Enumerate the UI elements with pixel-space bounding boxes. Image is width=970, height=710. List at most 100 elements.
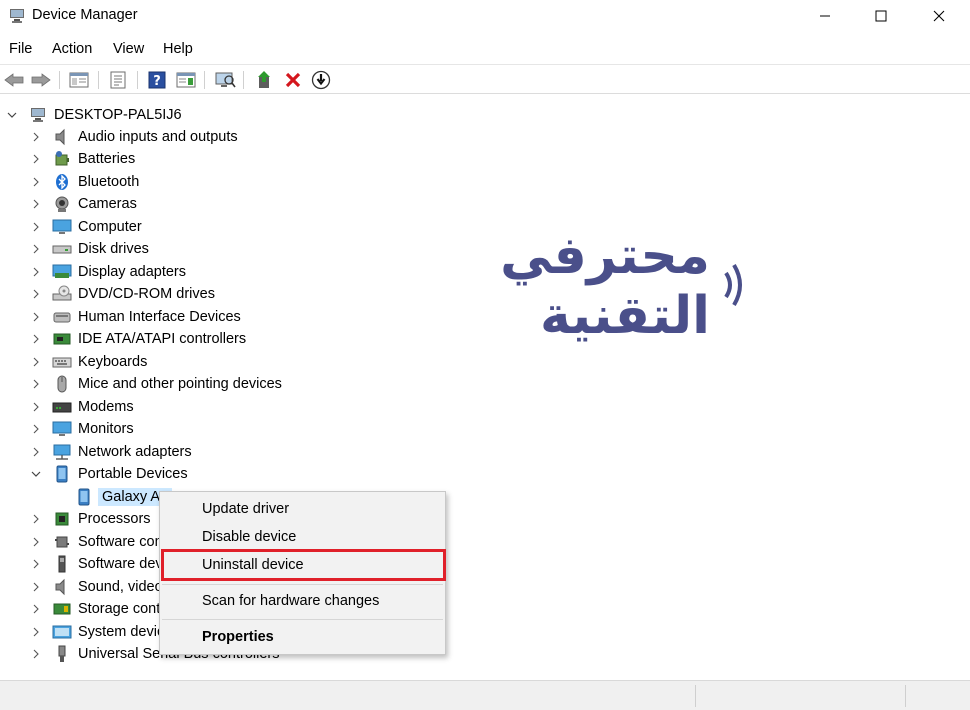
- chevron-right-icon[interactable]: [30, 423, 42, 435]
- chevron-down-icon[interactable]: [30, 468, 42, 480]
- tree-item-audio[interactable]: Audio inputs and outputs: [30, 126, 238, 148]
- tree-item-disk-drives[interactable]: Disk drives: [30, 238, 149, 260]
- chevron-right-icon[interactable]: [30, 266, 42, 278]
- tree-label: Cameras: [78, 196, 137, 212]
- tree-item-processors[interactable]: Processors: [30, 508, 151, 530]
- tree-item-display-adapters[interactable]: Display adapters: [30, 261, 186, 283]
- menu-scan-hardware[interactable]: Scan for hardware changes: [202, 593, 379, 609]
- menu-view[interactable]: View: [113, 41, 144, 57]
- tree-label: Portable Devices: [78, 466, 188, 482]
- tree-label: Batteries: [78, 151, 136, 167]
- tree-item-hid[interactable]: Human Interface Devices: [30, 306, 241, 328]
- chevron-right-icon[interactable]: [30, 153, 42, 165]
- uninstall-highlight-box: [161, 549, 446, 581]
- properties-icon[interactable]: [107, 69, 129, 91]
- close-button[interactable]: [916, 0, 962, 32]
- update-driver-icon[interactable]: [254, 69, 276, 91]
- tree-root[interactable]: DESKTOP-PAL5IJ6: [6, 104, 182, 126]
- action-pane-icon[interactable]: [175, 69, 197, 91]
- chevron-right-icon[interactable]: [30, 333, 42, 345]
- help-icon[interactable]: ?: [146, 69, 168, 91]
- menu-action[interactable]: Action: [52, 41, 92, 57]
- menu-update-driver[interactable]: Update driver: [202, 501, 289, 517]
- back-arrow-icon[interactable]: [3, 69, 25, 91]
- portable-device-icon: [52, 465, 72, 483]
- menu-help[interactable]: Help: [163, 41, 193, 57]
- system-device-icon: [52, 623, 72, 641]
- tree-item-modems[interactable]: Modems: [30, 396, 134, 418]
- software-component-icon: [52, 533, 72, 551]
- chevron-right-icon[interactable]: [30, 311, 42, 323]
- tree-item-portable-devices[interactable]: Portable Devices: [30, 463, 188, 485]
- menu-file[interactable]: File: [9, 41, 32, 57]
- display-adapter-icon: [52, 263, 72, 281]
- uninstall-icon[interactable]: [282, 69, 304, 91]
- disk-drive-icon: [52, 240, 72, 258]
- camera-icon: [52, 195, 72, 213]
- chevron-down-icon[interactable]: [6, 109, 18, 121]
- chevron-right-icon[interactable]: [30, 401, 42, 413]
- chevron-right-icon[interactable]: [30, 581, 42, 593]
- chevron-right-icon[interactable]: [30, 378, 42, 390]
- tree-item-galaxy-a3[interactable]: Galaxy A3: [74, 486, 173, 508]
- tree-label: Audio inputs and outputs: [78, 129, 238, 145]
- forward-arrow-icon[interactable]: [30, 69, 52, 91]
- signal-waves-icon: [720, 261, 748, 312]
- scan-hardware-icon[interactable]: [214, 69, 236, 91]
- tree-label: DVD/CD-ROM drives: [78, 286, 215, 302]
- tree-label: Keyboards: [78, 354, 148, 370]
- chevron-right-icon[interactable]: [30, 626, 42, 638]
- chevron-right-icon[interactable]: [30, 558, 42, 570]
- tree-label: Display adapters: [78, 264, 186, 280]
- chevron-right-icon[interactable]: [30, 131, 42, 143]
- chevron-right-icon[interactable]: [30, 648, 42, 660]
- tree-label: IDE ATA/ATAPI controllers: [78, 331, 247, 347]
- chevron-right-icon[interactable]: [30, 243, 42, 255]
- chevron-right-icon[interactable]: [30, 603, 42, 615]
- tree-item-mice[interactable]: Mice and other pointing devices: [30, 373, 282, 395]
- chevron-right-icon[interactable]: [30, 221, 42, 233]
- menu-properties[interactable]: Properties: [202, 629, 274, 645]
- status-bar: [0, 680, 970, 710]
- tree-item-keyboards[interactable]: Keyboards: [30, 351, 147, 373]
- menu-disable-device[interactable]: Disable device: [202, 529, 296, 545]
- context-menu: Update driver Disable device Uninstall d…: [159, 491, 446, 655]
- monitor-icon: [52, 420, 72, 438]
- tree-item-dvd-drives[interactable]: DVD/CD-ROM drives: [30, 283, 215, 305]
- chevron-right-icon[interactable]: [30, 536, 42, 548]
- storage-controller-icon: [52, 600, 72, 618]
- battery-icon: [52, 150, 72, 168]
- watermark-text: محترفي التقنية: [500, 226, 710, 346]
- tree-label: Computer: [78, 219, 142, 235]
- tree-label: Disk drives: [78, 241, 149, 257]
- disable-icon[interactable]: [310, 69, 332, 91]
- tree-item-bluetooth[interactable]: Bluetooth: [30, 171, 139, 193]
- tree-label: Bluetooth: [78, 174, 140, 190]
- tree-label: Human Interface Devices: [78, 309, 241, 325]
- menu-bar: File Action View Help: [0, 38, 970, 62]
- tree-item-monitors[interactable]: Monitors: [30, 418, 134, 440]
- chevron-right-icon[interactable]: [30, 446, 42, 458]
- tree-item-cameras[interactable]: Cameras: [30, 193, 137, 215]
- device-tree: DESKTOP-PAL5IJ6 Audio inputs and outputs…: [0, 100, 970, 672]
- tree-item-system-devices[interactable]: System devices: [30, 621, 180, 643]
- tree-item-batteries[interactable]: Batteries: [30, 148, 135, 170]
- chevron-right-icon[interactable]: [30, 198, 42, 210]
- watermark-logo: محترفي التقنية: [348, 226, 748, 346]
- tree-item-network[interactable]: Network adapters: [30, 441, 192, 463]
- minimize-button[interactable]: [802, 0, 848, 32]
- tree-item-ide[interactable]: IDE ATA/ATAPI controllers: [30, 328, 246, 350]
- bluetooth-icon: [52, 173, 72, 191]
- network-adapter-icon: [52, 443, 72, 461]
- maximize-button[interactable]: [858, 0, 904, 32]
- chevron-right-icon[interactable]: [30, 356, 42, 368]
- chevron-right-icon[interactable]: [30, 176, 42, 188]
- keyboard-icon: [52, 353, 72, 371]
- speaker-icon: [52, 578, 72, 596]
- chevron-right-icon[interactable]: [30, 288, 42, 300]
- tree-item-computer[interactable]: Computer: [30, 216, 142, 238]
- console-tree-icon[interactable]: [68, 69, 90, 91]
- svg-text:?: ?: [153, 74, 161, 89]
- chevron-right-icon[interactable]: [30, 513, 42, 525]
- tree-label: Modems: [78, 399, 134, 415]
